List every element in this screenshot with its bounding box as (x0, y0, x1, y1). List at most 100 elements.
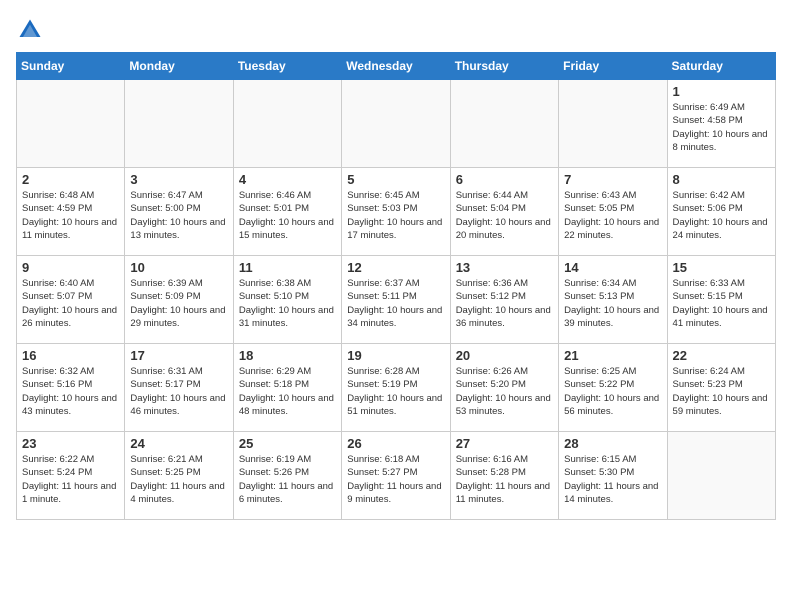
day-number: 14 (564, 260, 661, 275)
calendar-day-cell: 25 Sunrise: 6:19 AM Sunset: 5:26 PM Dayli… (233, 432, 341, 520)
day-info: Sunrise: 6:43 AM Sunset: 5:05 PM Dayligh… (564, 189, 661, 242)
day-info: Sunrise: 6:46 AM Sunset: 5:01 PM Dayligh… (239, 189, 336, 242)
calendar-week-row: 23 Sunrise: 6:22 AM Sunset: 5:24 PM Dayli… (17, 432, 776, 520)
weekday-header-sunday: Sunday (17, 53, 125, 80)
logo (16, 16, 48, 44)
calendar-week-row: 2 Sunrise: 6:48 AM Sunset: 4:59 PM Daylig… (17, 168, 776, 256)
calendar-day-cell (559, 80, 667, 168)
day-info: Sunrise: 6:15 AM Sunset: 5:30 PM Dayligh… (564, 453, 661, 506)
calendar-table: SundayMondayTuesdayWednesdayThursdayFrid… (16, 52, 776, 520)
day-number: 16 (22, 348, 119, 363)
calendar-day-cell: 28Sunrise: 6:15 AM Sunset: 5:30 PM Dayli… (559, 432, 667, 520)
day-number: 17 (130, 348, 227, 363)
day-number: 15 (673, 260, 770, 275)
calendar-day-cell: 11 Sunrise: 6:38 AM Sunset: 5:10 PM Dayli… (233, 256, 341, 344)
weekday-header-friday: Friday (559, 53, 667, 80)
calendar-day-cell: 22Sunrise: 6:24 AM Sunset: 5:23 PM Dayli… (667, 344, 775, 432)
calendar-day-cell: 3Sunrise: 6:47 AM Sunset: 5:00 PM Daylig… (125, 168, 233, 256)
weekday-header-wednesday: Wednesday (342, 53, 450, 80)
calendar-day-cell: 2 Sunrise: 6:48 AM Sunset: 4:59 PM Daylig… (17, 168, 125, 256)
logo-icon (16, 16, 44, 44)
calendar-day-cell: 27 Sunrise: 6:16 AM Sunset: 5:28 PM Dayli… (450, 432, 558, 520)
day-info: Sunrise: 6:22 AM Sunset: 5:24 PM Dayligh… (22, 453, 119, 506)
calendar-day-cell: 12 Sunrise: 6:37 AM Sunset: 5:11 PM Dayli… (342, 256, 450, 344)
weekday-header-thursday: Thursday (450, 53, 558, 80)
weekday-header-monday: Monday (125, 53, 233, 80)
calendar-day-cell: 15 Sunrise: 6:33 AM Sunset: 5:15 PM Dayli… (667, 256, 775, 344)
day-number: 26 (347, 436, 444, 451)
day-number: 7 (564, 172, 661, 187)
day-number: 18 (239, 348, 336, 363)
day-info: Sunrise: 6:36 AM Sunset: 5:12 PM Dayligh… (456, 277, 553, 330)
page-header (16, 16, 776, 44)
day-info: Sunrise: 6:44 AM Sunset: 5:04 PM Dayligh… (456, 189, 553, 242)
day-number: 24 (130, 436, 227, 451)
day-number: 27 (456, 436, 553, 451)
day-info: Sunrise: 6:28 AM Sunset: 5:19 PM Dayligh… (347, 365, 444, 418)
day-number: 6 (456, 172, 553, 187)
day-number: 11 (239, 260, 336, 275)
day-info: Sunrise: 6:45 AM Sunset: 5:03 PM Dayligh… (347, 189, 444, 242)
day-number: 22 (673, 348, 770, 363)
day-info: Sunrise: 6:34 AM Sunset: 5:13 PM Dayligh… (564, 277, 661, 330)
day-number: 5 (347, 172, 444, 187)
calendar-day-cell: 20 Sunrise: 6:26 AM Sunset: 5:20 PM Dayli… (450, 344, 558, 432)
day-info: Sunrise: 6:40 AM Sunset: 5:07 PM Dayligh… (22, 277, 119, 330)
day-info: Sunrise: 6:38 AM Sunset: 5:10 PM Dayligh… (239, 277, 336, 330)
day-info: Sunrise: 6:48 AM Sunset: 4:59 PM Dayligh… (22, 189, 119, 242)
day-info: Sunrise: 6:26 AM Sunset: 5:20 PM Dayligh… (456, 365, 553, 418)
day-info: Sunrise: 6:32 AM Sunset: 5:16 PM Dayligh… (22, 365, 119, 418)
day-info: Sunrise: 6:42 AM Sunset: 5:06 PM Dayligh… (673, 189, 770, 242)
calendar-day-cell: 6 Sunrise: 6:44 AM Sunset: 5:04 PM Daylig… (450, 168, 558, 256)
day-number: 19 (347, 348, 444, 363)
calendar-day-cell (233, 80, 341, 168)
day-info: Sunrise: 6:21 AM Sunset: 5:25 PM Dayligh… (130, 453, 227, 506)
calendar-day-cell: 8 Sunrise: 6:42 AM Sunset: 5:06 PM Daylig… (667, 168, 775, 256)
day-info: Sunrise: 6:25 AM Sunset: 5:22 PM Dayligh… (564, 365, 661, 418)
day-number: 20 (456, 348, 553, 363)
day-number: 21 (564, 348, 661, 363)
day-number: 2 (22, 172, 119, 187)
calendar-day-cell: 5 Sunrise: 6:45 AM Sunset: 5:03 PM Daylig… (342, 168, 450, 256)
calendar-day-cell: 24 Sunrise: 6:21 AM Sunset: 5:25 PM Dayli… (125, 432, 233, 520)
day-number: 25 (239, 436, 336, 451)
day-info: Sunrise: 6:39 AM Sunset: 5:09 PM Dayligh… (130, 277, 227, 330)
day-info: Sunrise: 6:49 AM Sunset: 4:58 PM Dayligh… (673, 101, 770, 154)
calendar-day-cell: 23 Sunrise: 6:22 AM Sunset: 5:24 PM Dayli… (17, 432, 125, 520)
calendar-day-cell: 10Sunrise: 6:39 AM Sunset: 5:09 PM Dayli… (125, 256, 233, 344)
day-info: Sunrise: 6:37 AM Sunset: 5:11 PM Dayligh… (347, 277, 444, 330)
calendar-day-cell: 14 Sunrise: 6:34 AM Sunset: 5:13 PM Dayli… (559, 256, 667, 344)
day-number: 4 (239, 172, 336, 187)
day-number: 3 (130, 172, 227, 187)
day-info: Sunrise: 6:16 AM Sunset: 5:28 PM Dayligh… (456, 453, 553, 506)
weekday-header-row: SundayMondayTuesdayWednesdayThursdayFrid… (17, 53, 776, 80)
day-number: 12 (347, 260, 444, 275)
calendar-day-cell: 18 Sunrise: 6:29 AM Sunset: 5:18 PM Dayli… (233, 344, 341, 432)
calendar-day-cell: 1 Sunrise: 6:49 AM Sunset: 4:58 PM Daylig… (667, 80, 775, 168)
day-info: Sunrise: 6:33 AM Sunset: 5:15 PM Dayligh… (673, 277, 770, 330)
calendar-day-cell: 21 Sunrise: 6:25 AM Sunset: 5:22 PM Dayli… (559, 344, 667, 432)
calendar-day-cell: 26 Sunrise: 6:18 AM Sunset: 5:27 PM Dayli… (342, 432, 450, 520)
weekday-header-saturday: Saturday (667, 53, 775, 80)
day-number: 1 (673, 84, 770, 99)
calendar-day-cell: 7 Sunrise: 6:43 AM Sunset: 5:05 PM Daylig… (559, 168, 667, 256)
day-number: 9 (22, 260, 119, 275)
day-info: Sunrise: 6:19 AM Sunset: 5:26 PM Dayligh… (239, 453, 336, 506)
calendar-day-cell (342, 80, 450, 168)
calendar-day-cell: 13 Sunrise: 6:36 AM Sunset: 5:12 PM Dayli… (450, 256, 558, 344)
calendar-week-row: 9 Sunrise: 6:40 AM Sunset: 5:07 PM Daylig… (17, 256, 776, 344)
calendar-day-cell: 4 Sunrise: 6:46 AM Sunset: 5:01 PM Daylig… (233, 168, 341, 256)
calendar-week-row: 1 Sunrise: 6:49 AM Sunset: 4:58 PM Daylig… (17, 80, 776, 168)
calendar-day-cell: 9 Sunrise: 6:40 AM Sunset: 5:07 PM Daylig… (17, 256, 125, 344)
calendar-day-cell: 19 Sunrise: 6:28 AM Sunset: 5:19 PM Dayli… (342, 344, 450, 432)
day-info: Sunrise: 6:29 AM Sunset: 5:18 PM Dayligh… (239, 365, 336, 418)
day-number: 13 (456, 260, 553, 275)
day-number: 23 (22, 436, 119, 451)
day-info: Sunrise: 6:31 AM Sunset: 5:17 PM Dayligh… (130, 365, 227, 418)
calendar-day-cell: 16 Sunrise: 6:32 AM Sunset: 5:16 PM Dayli… (17, 344, 125, 432)
weekday-header-tuesday: Tuesday (233, 53, 341, 80)
day-info: Sunrise: 6:18 AM Sunset: 5:27 PM Dayligh… (347, 453, 444, 506)
day-number: 8 (673, 172, 770, 187)
calendar-day-cell (667, 432, 775, 520)
calendar-day-cell (17, 80, 125, 168)
